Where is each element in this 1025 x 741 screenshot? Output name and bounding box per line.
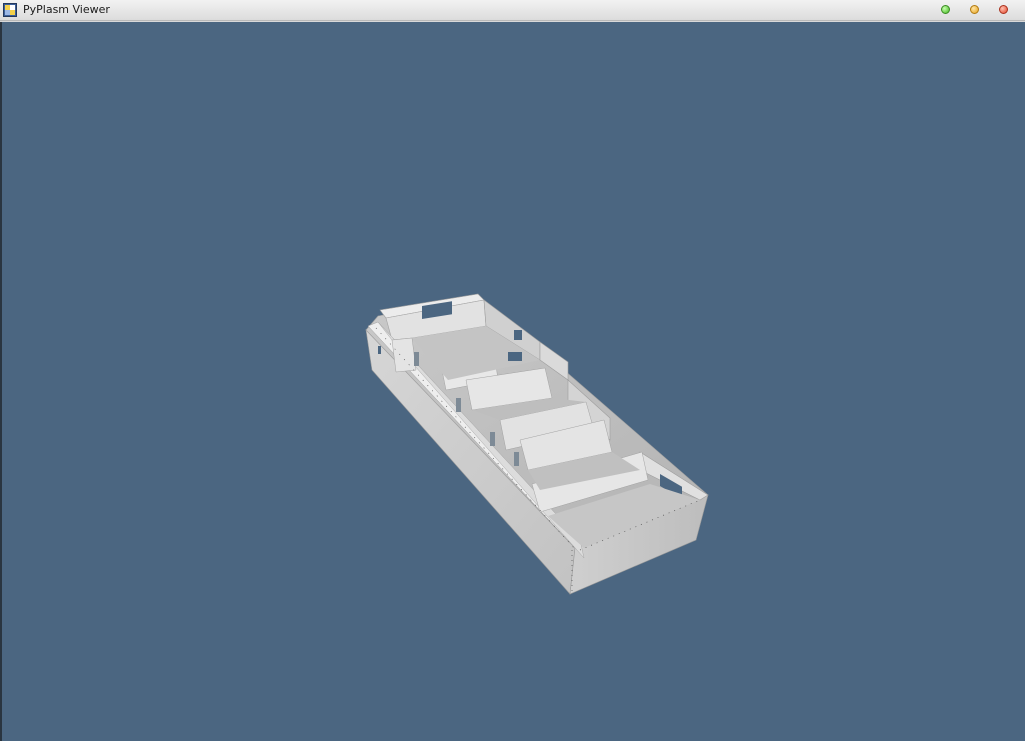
building-floorplan-3d-model [365,293,709,595]
door-opening-1 [414,352,419,366]
window-opening-inner-2 [508,352,522,361]
viewer-window: PyPlasm Viewer [0,0,1025,741]
pyplasm-app-icon [3,3,17,17]
title-bar[interactable]: PyPlasm Viewer [0,0,1025,21]
door-opening-2 [456,398,461,412]
window-opening-left-1 [378,346,381,354]
door-opening-3 [490,432,495,446]
window-title: PyPlasm Viewer [23,3,110,16]
door-opening-4 [514,452,519,466]
minimize-icon[interactable] [970,5,979,14]
window-opening-inner-1 [514,330,522,340]
3d-viewport-canvas[interactable] [2,22,1025,741]
maximize-icon[interactable] [941,5,950,14]
close-icon[interactable] [999,5,1008,14]
partition-wall-1 [391,337,417,373]
